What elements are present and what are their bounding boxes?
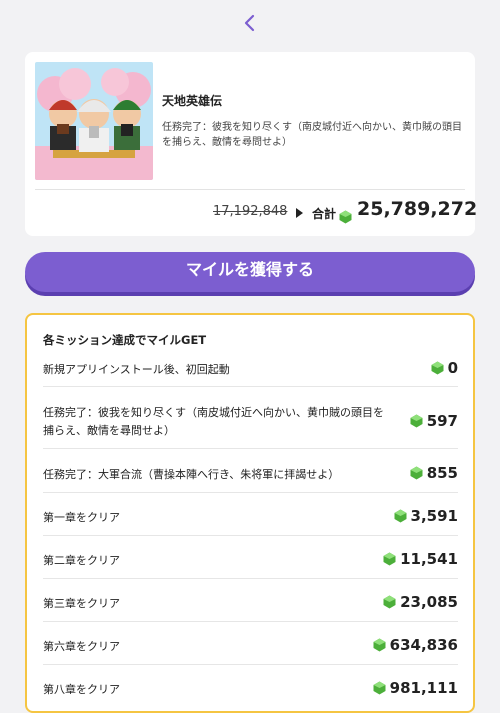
green-gem-icon: [431, 361, 444, 374]
green-gem-icon: [339, 206, 352, 225]
game-subtitle: 任務完了：彼我を知り尽くす（南皮城付近へ向かい、黄巾賊の頭目を捕らえ、敵情を尋問…: [162, 122, 462, 148]
game-title: 天地英雄伝: [162, 94, 223, 108]
mission-value: 855: [410, 464, 458, 482]
chevron-left-icon: [244, 14, 255, 32]
divider: [43, 621, 458, 622]
top-bar: [0, 8, 500, 38]
mission-label: 第二章をクリア: [43, 554, 120, 567]
divider: [43, 448, 458, 449]
get-miles-button[interactable]: マイルを獲得する: [25, 252, 475, 292]
mission-label: 第八章をクリア: [43, 683, 120, 696]
green-gem-icon: [383, 552, 396, 565]
mission-label: 任務完了：大軍合流（曹操本陣へ行き、朱将軍に拝謁せよ）: [43, 468, 340, 481]
divider: [43, 386, 458, 387]
divider: [43, 535, 458, 536]
total-label: 合計: [312, 207, 337, 221]
missions-title: 各ミッション達成でマイルGET: [43, 333, 207, 347]
mission-value: 23,085: [383, 593, 458, 611]
divider: [35, 189, 465, 190]
mission-label: 第六章をクリア: [43, 640, 120, 653]
mission-label: 第三章をクリア: [43, 597, 120, 610]
divider: [43, 492, 458, 493]
mission-value: 634,836: [373, 636, 458, 654]
green-gem-icon: [394, 509, 407, 522]
mission-value: 3,591: [394, 507, 458, 525]
mission-label: 第一章をクリア: [43, 511, 120, 524]
game-thumbnail[interactable]: [35, 62, 153, 180]
game-card: 天地英雄伝 任務完了：彼我を知り尽くす（南皮城付近へ向かい、黄巾賊の頭目を捕らえ…: [25, 52, 478, 236]
green-gem-icon: [373, 681, 386, 694]
mission-value: 0: [431, 359, 458, 377]
divider: [43, 664, 458, 665]
mission-label: 新規アプリインストール後、初回起動: [43, 363, 230, 376]
arrow-right-icon: [296, 208, 303, 218]
mission-value: 597: [410, 412, 458, 430]
missions-panel: 各ミッション達成でマイルGET 新規アプリインストール後、初回起動 0 任務完了…: [25, 313, 475, 713]
back-button[interactable]: [235, 8, 265, 38]
mission-value: 981,111: [373, 679, 458, 697]
green-gem-icon: [373, 638, 386, 651]
green-gem-icon: [383, 595, 396, 608]
old-total-value: 17,192,848: [213, 204, 288, 219]
mission-value: 11,541: [383, 550, 458, 568]
divider: [43, 578, 458, 579]
green-gem-icon: [410, 414, 423, 427]
green-gem-icon: [410, 466, 423, 479]
mission-label: 任務完了：彼我を知り尽くす（南皮城付近へ向かい、黄巾賊の頭目を捕らえ、敵情を尋問…: [43, 406, 384, 437]
total-value: 25,789,272: [357, 198, 478, 220]
